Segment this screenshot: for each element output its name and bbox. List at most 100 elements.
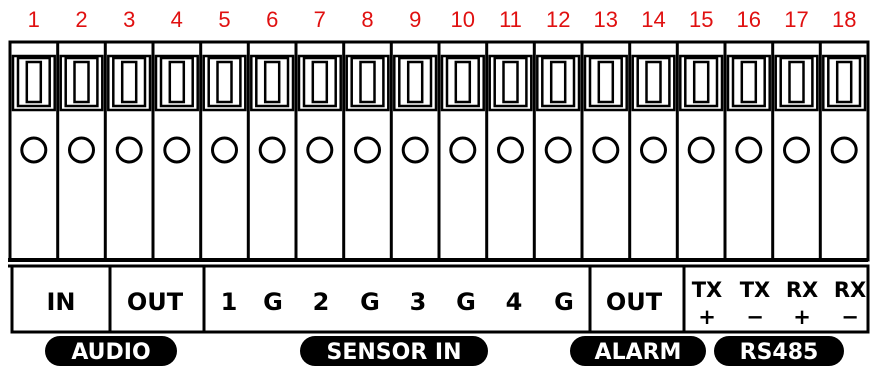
clamp-inner-6 [263, 60, 281, 104]
label-sensor-g1: G [263, 288, 283, 316]
label-sensor-2: 2 [313, 288, 330, 316]
clamp-frame-11 [493, 56, 528, 108]
label-audio-out: OUT [127, 288, 184, 316]
label-dividers [108, 266, 686, 332]
pin-number-9: 9 [409, 7, 421, 32]
screw-hole-4 [163, 136, 191, 164]
label-rx-plus: RX [786, 278, 818, 302]
screw-hole-17 [783, 136, 810, 164]
group-label-rs485: RS485 [740, 340, 819, 365]
pin-number-11: 11 [499, 7, 522, 32]
clamp-frame-13 [588, 56, 623, 108]
group-badge-audio: AUDIO [45, 336, 177, 366]
clamp-inner-8 [359, 60, 376, 104]
label-sensor-3: 3 [410, 288, 427, 316]
label-alarm-out: OUT [606, 288, 663, 316]
clamp-inner-4 [168, 60, 186, 104]
pin-number-18: 18 [832, 7, 856, 32]
label-tx-plus-sign: + [698, 305, 716, 329]
clamp-inner-17 [788, 60, 805, 104]
group-label-sensor-in: SENSOR IN [326, 340, 461, 365]
label-sensor-4: 4 [506, 288, 523, 316]
screw-hole-14 [640, 136, 667, 164]
screw-hole-10 [449, 136, 477, 164]
group-label-audio: AUDIO [71, 340, 150, 365]
label-sensor-g2: G [360, 288, 380, 316]
label-tx-minus: TX [740, 278, 771, 302]
clamp-frame-14 [636, 56, 671, 108]
label-audio-in: IN [46, 288, 75, 316]
screw-hole-12 [544, 136, 572, 164]
clamp-inner-7 [311, 60, 329, 104]
group-badge-rs485: RS485 [714, 336, 844, 366]
screw-hole-8 [354, 136, 381, 164]
screw-hole-18 [830, 136, 858, 164]
pin-number-10: 10 [451, 7, 475, 32]
screw-hole-6 [258, 136, 286, 164]
pin-number-4: 4 [171, 7, 183, 32]
screw-hole-1 [20, 136, 48, 164]
clamp-frame-9 [398, 56, 433, 108]
screw-hole-13 [592, 136, 620, 164]
pin-number-8: 8 [361, 7, 373, 32]
screw-hole-11 [497, 136, 524, 164]
clamp-inner-16 [740, 60, 758, 104]
clamp-inner-18 [835, 60, 853, 104]
clamp-inner-15 [692, 60, 710, 104]
clamp-frame-3 [112, 56, 147, 108]
pin-number-7: 7 [314, 7, 326, 32]
clamp-frame-2 [64, 56, 99, 108]
pin-number-6: 6 [266, 7, 278, 32]
clamp-frame-12 [541, 56, 576, 108]
screw-hole-16 [735, 136, 763, 164]
clamp-frame-15 [684, 56, 719, 108]
clamp-inner-14 [645, 60, 662, 104]
clamp-frame-16 [731, 56, 766, 108]
terminal-slots [11, 42, 867, 260]
screw-hole-9 [401, 136, 429, 164]
clamp-inner-12 [549, 60, 567, 104]
screw-hole-5 [211, 136, 238, 164]
pin-number-2: 2 [75, 7, 87, 32]
pin-number-14: 14 [641, 7, 665, 32]
group-badge-alarm: ALARM [570, 336, 706, 366]
pin-number-3: 3 [123, 7, 135, 32]
label-sensor-g4: G [554, 288, 574, 316]
clamp-inner-9 [406, 60, 424, 104]
clamp-inner-3 [120, 60, 138, 104]
clamp-frame-6 [255, 56, 290, 108]
pin-number-15: 15 [689, 7, 713, 32]
clamp-inner-2 [73, 60, 90, 104]
clamp-frame-10 [445, 56, 480, 108]
clamp-frame-18 [827, 56, 862, 108]
group-label-alarm: ALARM [595, 340, 682, 365]
clamp-inner-1 [25, 60, 43, 104]
clamp-frame-17 [779, 56, 814, 108]
pin-number-1: 1 [28, 7, 40, 32]
clamp-inner-13 [597, 60, 615, 104]
clamp-frame-7 [302, 56, 337, 108]
pin-number-5: 5 [218, 7, 230, 32]
label-sensor-1: 1 [221, 288, 238, 316]
clamp-frame-1 [16, 56, 51, 108]
label-rx-minus-sign: − [841, 305, 859, 329]
label-tx-minus-sign: − [746, 305, 764, 329]
group-badge-sensor-in: SENSOR IN [300, 336, 488, 366]
pin-number-17: 17 [784, 7, 808, 32]
clamp-frame-8 [350, 56, 385, 108]
label-tx-plus: TX [692, 278, 723, 302]
pin-numbers: 1 2 3 4 5 6 7 8 9 10 11 12 13 14 15 16 17 18 [28, 7, 857, 32]
pin-number-12: 12 [546, 7, 570, 32]
pin-number-13: 13 [594, 7, 618, 32]
label-rx-minus: RX [834, 278, 866, 302]
screw-hole-7 [306, 136, 334, 164]
terminal-block-diagram: 1 2 3 4 5 6 7 8 9 10 11 12 13 14 15 16 17 18 IN OUT 1 G 2… [8, 7, 870, 366]
clamp-inner-10 [454, 60, 472, 104]
pin-number-16: 16 [737, 7, 761, 32]
screw-hole-15 [687, 136, 715, 164]
clamp-inner-5 [216, 60, 233, 104]
label-sensor-g3: G [456, 288, 476, 316]
screw-hole-2 [68, 136, 95, 164]
label-rx-plus-sign: + [793, 305, 811, 329]
screw-hole-3 [115, 136, 143, 164]
